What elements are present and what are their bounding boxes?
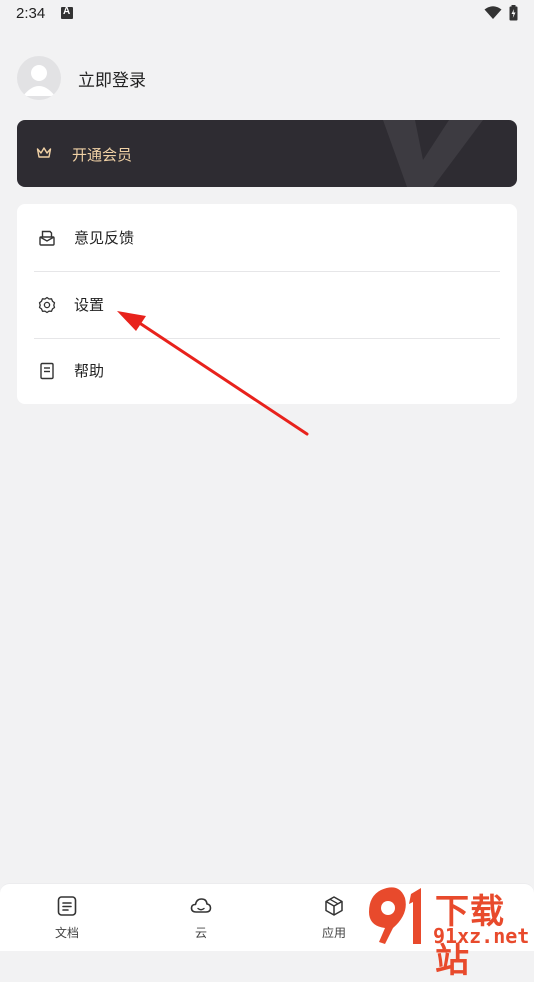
document-icon xyxy=(57,896,77,916)
feedback-icon xyxy=(39,230,55,246)
vip-banner[interactable]: 开通会员 xyxy=(17,120,517,187)
menu-item-settings[interactable]: 设置 xyxy=(17,272,517,338)
menu-card: 意见反馈 设置 帮助 xyxy=(17,204,517,404)
status-bar: 2:34 xyxy=(0,0,534,28)
watermark-domain: 91xz.net xyxy=(433,924,530,948)
default-avatar-icon xyxy=(23,65,55,96)
wifi-icon xyxy=(484,6,502,19)
menu-item-label: 设置 xyxy=(74,296,105,314)
tab-label: 云 xyxy=(194,926,207,940)
vip-v-logo-icon xyxy=(383,120,483,187)
cube-icon xyxy=(325,896,343,916)
avatar[interactable] xyxy=(17,56,61,100)
battery-icon xyxy=(509,5,518,21)
help-doc-icon xyxy=(40,362,54,380)
crown-icon xyxy=(36,147,52,158)
menu-item-label: 帮助 xyxy=(74,362,105,380)
site-watermark: 下载站 91xz.net xyxy=(355,884,534,981)
notification-a-icon xyxy=(61,6,73,19)
vip-label[interactable]: 开通会员 xyxy=(72,144,132,165)
tab-cloud[interactable]: 云 xyxy=(156,884,246,951)
gear-icon xyxy=(38,296,56,314)
watermark-logo-icon xyxy=(369,887,421,944)
tab-documents[interactable]: 文档 xyxy=(22,884,112,951)
menu-item-feedback[interactable]: 意见反馈 xyxy=(17,205,517,271)
login-row[interactable]: 立即登录 xyxy=(17,56,317,100)
menu-item-label: 意见反馈 xyxy=(74,229,135,247)
status-time: 2:34 xyxy=(16,5,46,22)
menu-item-help[interactable]: 帮助 xyxy=(17,338,517,404)
cloud-icon xyxy=(190,898,212,913)
login-label[interactable]: 立即登录 xyxy=(78,66,146,91)
tab-label: 文档 xyxy=(54,926,79,940)
